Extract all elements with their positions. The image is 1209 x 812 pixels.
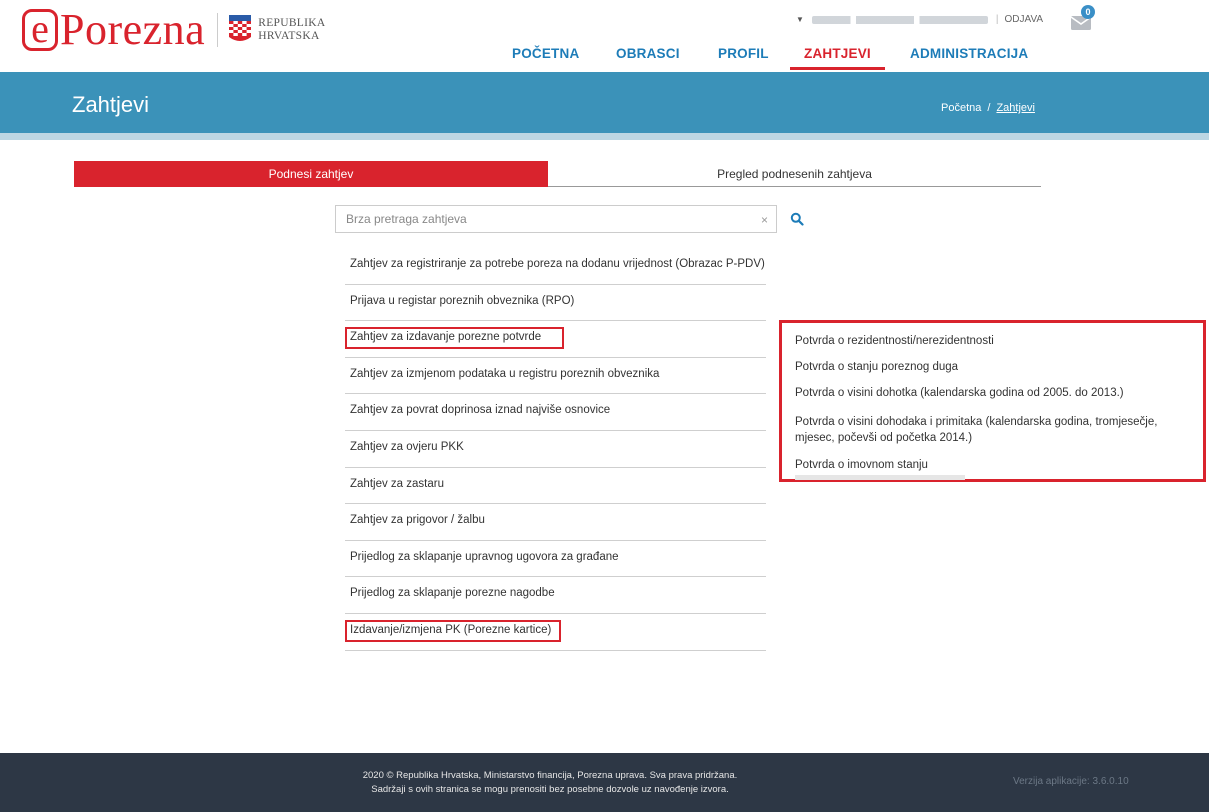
country-line-1: REPUBLIKA	[258, 17, 326, 29]
user-name-redacted[interactable]	[811, 15, 988, 24]
mail-count-badge: 0	[1081, 5, 1095, 19]
list-item[interactable]: Izdavanje/izmjena PK (Porezne kartice)	[345, 614, 766, 651]
list-item-label: Zahtjev za izmjenom podataka u registru …	[350, 367, 660, 380]
search-box: ×	[335, 205, 777, 233]
nav-pocetna[interactable]: POČETNA	[512, 46, 579, 70]
list-item[interactable]: Prijedlog za sklapanje porezne nagodbe	[345, 577, 766, 614]
list-item-label: Prijedlog za sklapanje porezne nagodbe	[350, 587, 555, 600]
user-separator: |	[995, 14, 999, 25]
list-item-label: Prijedlog za sklapanje upravnog ugovora …	[350, 550, 619, 563]
list-item[interactable]: Prijava u registar poreznih obveznika (R…	[345, 285, 766, 322]
list-item[interactable]: Zahtjev za ovjeru PKK	[345, 431, 766, 468]
list-item-label: Prijava u registar poreznih obveznika (R…	[350, 294, 575, 307]
nav-administracija[interactable]: ADMINISTRACIJA	[910, 46, 1028, 70]
nav-profil[interactable]: PROFIL	[718, 46, 769, 70]
clear-icon[interactable]: ×	[761, 213, 768, 227]
footer: 2020 © Republika Hrvatska, Ministarstvo …	[0, 753, 1209, 812]
country-line-2: HRVATSKA	[258, 30, 320, 42]
croatian-coat-of-arms-icon	[229, 15, 252, 41]
list-item[interactable]: Zahtjev za izmjenom podataka u registru …	[345, 358, 766, 395]
scroll-hint	[795, 475, 965, 480]
nav-zahtjevi[interactable]: ZAHTJEVI	[790, 46, 885, 70]
tab-submit-request[interactable]: Podnesi zahtjev	[74, 161, 548, 187]
certificate-option[interactable]: Potvrda o imovnom stanju	[795, 457, 928, 473]
request-list: Zahtjev za registriranje za potrebe pore…	[345, 248, 766, 651]
list-item-label: Zahtjev za povrat doprinosa iznad najviš…	[350, 404, 611, 417]
highlight-box	[345, 619, 561, 642]
certificate-option[interactable]: Potvrda o visini dohotka (kalendarska go…	[795, 385, 1124, 401]
breadcrumb-current[interactable]: Zahtjevi	[996, 102, 1035, 114]
list-item[interactable]: Zahtjev za registriranje za potrebe pore…	[345, 248, 766, 285]
certificate-option[interactable]: Potvrda o stanju poreznog duga	[795, 359, 958, 375]
list-item[interactable]: Zahtjev za izdavanje porezne potvrde	[345, 321, 766, 358]
request-tabs: Podnesi zahtjev Pregled podnesenih zahtj…	[74, 161, 1041, 187]
app-version: Verzija aplikacije: 3.6.0.10	[1013, 776, 1129, 787]
tab-review-requests[interactable]: Pregled podnesenih zahtjeva	[548, 161, 1041, 187]
footer-copyright: 2020 © Republika Hrvatska, Ministarstvo …	[362, 770, 738, 781]
breadcrumb-separator: /	[987, 102, 991, 114]
user-menu-caret-icon[interactable]: ▼	[796, 15, 804, 24]
certificate-options-panel: Potvrda o rezidentnosti/nerezidentnosti …	[779, 320, 1206, 482]
footer-notice: Sadržaji s ovih stranica se mogu prenosi…	[371, 784, 729, 795]
list-item[interactable]: Prijedlog za sklapanje upravnog ugovora …	[345, 541, 766, 578]
list-item[interactable]: Zahtjev za prigovor / žalbu	[345, 504, 766, 541]
certificate-option[interactable]: Potvrda o rezidentnosti/nerezidentnosti	[795, 333, 994, 349]
nav-obrasci[interactable]: OBRASCI	[616, 46, 680, 70]
logout-link[interactable]: ODJAVA	[1005, 14, 1044, 25]
list-item-label: Zahtjev za zastaru	[350, 477, 444, 490]
logo-divider	[217, 13, 219, 47]
list-item[interactable]: Zahtjev za zastaru	[345, 468, 766, 505]
search-input[interactable]	[336, 206, 736, 232]
page-title: Zahtjevi	[72, 92, 150, 117]
main-nav: POČETNA OBRASCI PROFIL ZAHTJEVI ADMINIST…	[0, 44, 1209, 72]
header: e Porezna REPUBLIKA HRVATSKA ▼ | ODJAVA	[0, 0, 1209, 72]
breadcrumb-home[interactable]: Početna	[941, 102, 981, 114]
list-item[interactable]: Zahtjev za povrat doprinosa iznad najviš…	[345, 394, 766, 431]
list-item-label: Zahtjev za ovjeru PKK	[350, 440, 464, 453]
breadcrumb: Početna / Zahtjevi	[941, 102, 1035, 114]
highlight-box	[345, 327, 564, 350]
list-item-label: Zahtjev za registriranje za potrebe pore…	[350, 258, 765, 270]
country-name: REPUBLIKA HRVATSKA	[258, 17, 325, 43]
page-banner: Zahtjevi Početna / Zahtjevi	[0, 72, 1209, 140]
certificate-option[interactable]: Potvrda o visini dohodaka i primitaka (k…	[795, 414, 1195, 446]
search-icon[interactable]	[790, 212, 804, 226]
user-bar: ▼ | ODJAVA	[796, 14, 1043, 25]
list-item-label: Zahtjev za prigovor / žalbu	[350, 514, 485, 527]
